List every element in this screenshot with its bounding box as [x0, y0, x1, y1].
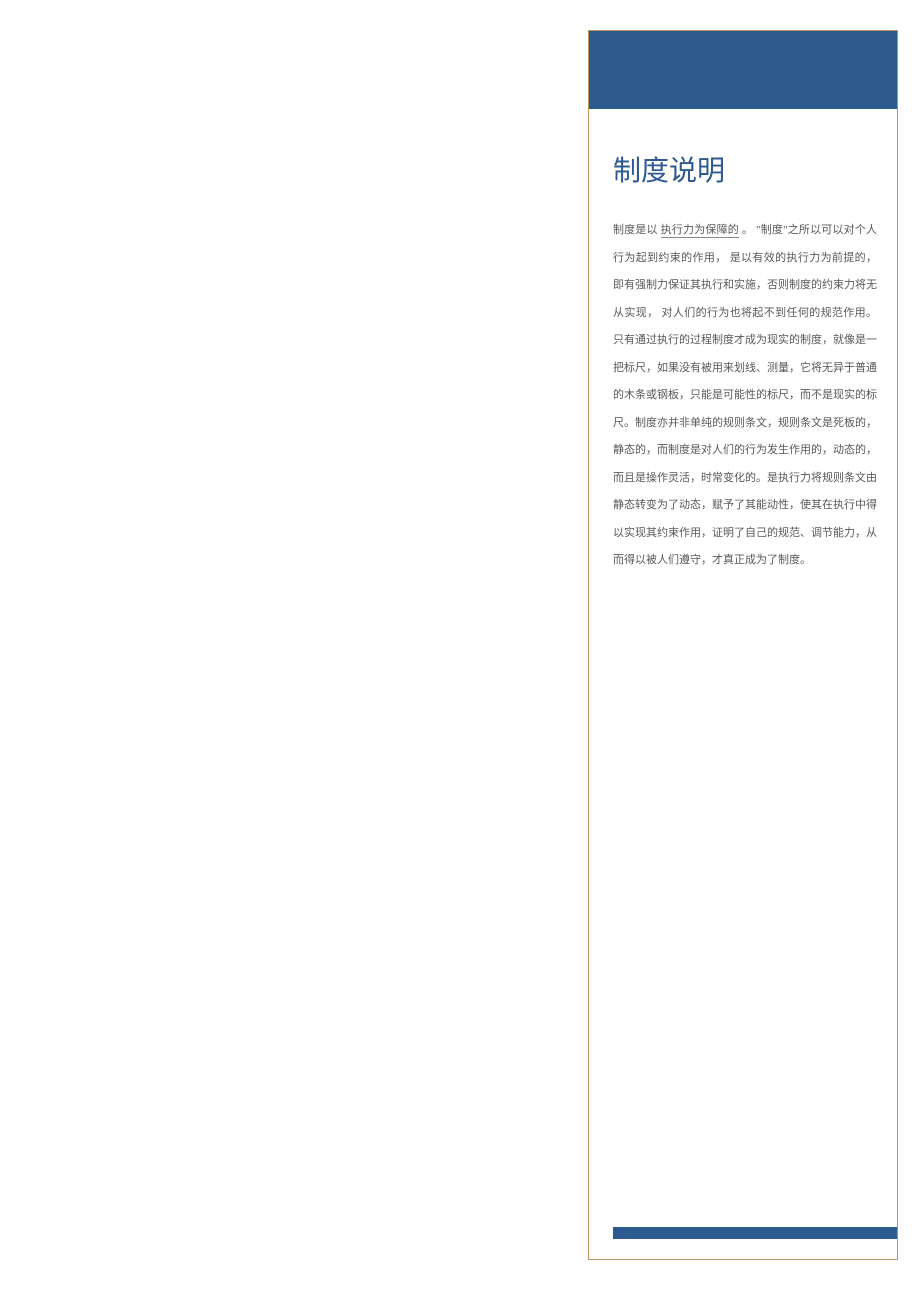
body-prefix: 制度是以 [613, 224, 661, 236]
body-underlined-phrase: 执行力为保障的 [661, 224, 739, 238]
body-rest: 。 "制度"之所以可以对个人行为起到约束的作用， 是以有效的执行力为前提的，即有… [613, 224, 877, 566]
document-page: 制度说明 制度是以 执行力为保障的 。 "制度"之所以可以对个人行为起到约束的作… [588, 30, 898, 1260]
page-title: 制度说明 [613, 149, 877, 189]
body-paragraph: 制度是以 执行力为保障的 。 "制度"之所以可以对个人行为起到约束的作用， 是以… [613, 217, 877, 575]
header-bar [589, 31, 897, 109]
footer-bar [613, 1227, 897, 1239]
content-area: 制度说明 制度是以 执行力为保障的 。 "制度"之所以可以对个人行为起到约束的作… [589, 109, 897, 595]
